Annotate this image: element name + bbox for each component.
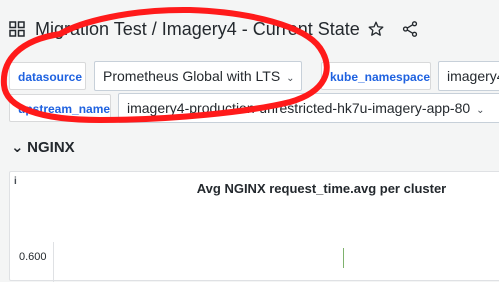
datasource-select[interactable]: Prometheus Global with LTS ⌄ — [94, 61, 302, 91]
chevron-down-icon: ⌄ — [476, 105, 485, 116]
nginx-request-time-panel[interactable]: i Avg NGINX request_time.avg per cluster… — [9, 171, 499, 282]
upstream-name-select[interactable]: imagery4-production-unrestricted-hk7u-im… — [118, 93, 499, 123]
panel-title[interactable]: Avg NGINX request_time.avg per cluster — [10, 181, 499, 196]
upstream-name-value: imagery4-production-unrestricted-hk7u-im… — [127, 100, 471, 116]
kube-namespace-value: imagery4 — [447, 68, 499, 84]
share-icon[interactable] — [401, 20, 419, 38]
dashboard-title[interactable]: Migration Test / Imagery4 - Current Stat… — [35, 19, 360, 40]
row-title: NGINX — [27, 139, 75, 156]
kube-namespace-label: kube_namespace — [321, 62, 431, 90]
dashboard-grid-icon[interactable] — [9, 21, 25, 37]
upstream-name-label: upstream_name — [9, 94, 111, 122]
datasource-label: datasource — [9, 62, 86, 90]
plot-axis-line — [53, 242, 54, 282]
series-spike — [343, 248, 344, 268]
kube-namespace-select[interactable]: imagery4 — [438, 61, 499, 91]
y-axis-tick: 0.600 — [19, 251, 47, 263]
dashboard-header: Migration Test / Imagery4 - Current Stat… — [0, 0, 499, 58]
chevron-down-icon: ⌄ — [286, 73, 295, 84]
star-icon[interactable] — [367, 20, 385, 38]
datasource-value: Prometheus Global with LTS — [103, 68, 281, 84]
row-header-nginx[interactable]: ⌄ NGINX — [11, 138, 75, 156]
row-collapse-chevron-icon: ⌄ — [11, 139, 24, 156]
